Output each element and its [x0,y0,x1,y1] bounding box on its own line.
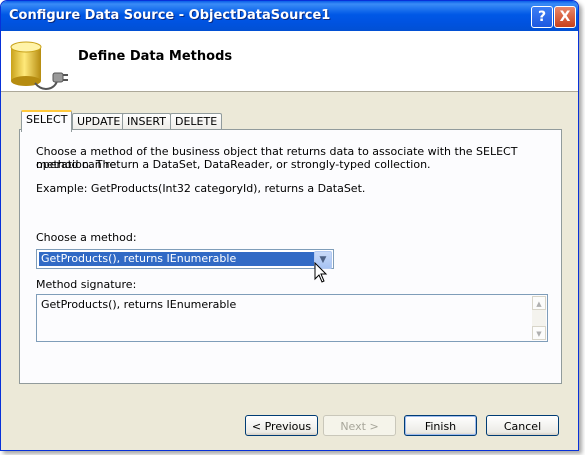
signature-scrollbar[interactable]: ▲ ▼ [532,296,546,340]
choose-method-label: Choose a method: [36,231,137,244]
method-signature-label: Method signature: [36,278,137,291]
mouse-cursor-icon [314,262,328,283]
method-select[interactable]: GetProducts(), returns IEnumerable ▼ [36,249,334,269]
method-signature-value: GetProducts(), returns IEnumerable [41,298,237,311]
method-signature-box: GetProducts(), returns IEnumerable ▲ ▼ [36,294,548,342]
tab-update[interactable]: UPDATE [72,113,126,130]
help-button[interactable]: ? [531,6,553,28]
select-tab-panel: Choose a method of the business object t… [19,129,562,384]
tab-select[interactable]: SELECT [21,110,73,132]
previous-button[interactable]: < Previous [245,415,318,436]
example-text: Example: GetProducts(Int32 categoryId), … [36,182,366,195]
wizard-header: Define Data Methods [1,31,578,92]
scroll-down-icon[interactable]: ▼ [532,326,546,340]
description-line-2: method can return a DataSet, DataReader,… [36,158,431,171]
database-plug-icon [10,41,68,90]
finish-button[interactable]: Finish [404,415,477,436]
cancel-button[interactable]: Cancel [486,415,559,436]
next-button[interactable]: Next > [323,415,396,436]
page-title: Define Data Methods [78,49,233,64]
close-button[interactable]: X [554,6,576,28]
scroll-up-icon[interactable]: ▲ [532,296,546,310]
tab-insert[interactable]: INSERT [122,113,171,130]
title-bar[interactable]: Configure Data Source - ObjectDataSource… [1,1,578,31]
window-title: Configure Data Source - ObjectDataSource… [9,8,331,23]
dialog-window: Configure Data Source - ObjectDataSource… [0,0,579,451]
tab-delete[interactable]: DELETE [170,113,223,130]
method-selected-value: GetProducts(), returns IEnumerable [39,252,317,266]
